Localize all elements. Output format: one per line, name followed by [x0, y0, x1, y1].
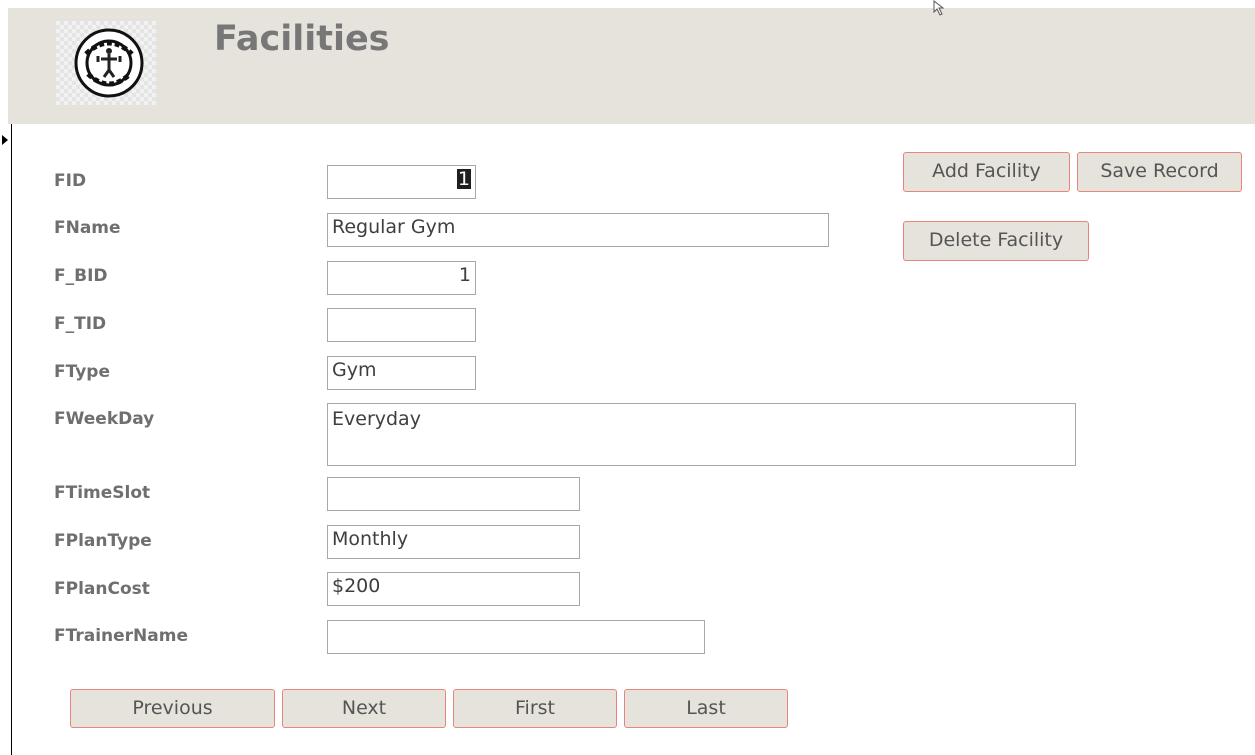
- fweekday-input[interactable]: Everyday: [327, 403, 1076, 466]
- ftrainername-label: FTrainerName: [54, 626, 188, 646]
- fname-label: FName: [54, 218, 121, 238]
- save-record-button[interactable]: Save Record: [1077, 152, 1242, 192]
- f-tid-label: F_TID: [54, 314, 107, 334]
- previous-button[interactable]: Previous: [70, 689, 275, 728]
- last-button[interactable]: Last: [624, 689, 788, 728]
- ftype-input[interactable]: Gym: [327, 356, 476, 390]
- delete-facility-button[interactable]: Delete Facility: [903, 221, 1089, 261]
- ftype-label: FType: [54, 362, 110, 382]
- add-facility-button[interactable]: Add Facility: [903, 152, 1070, 192]
- fplancost-label: FPlanCost: [54, 579, 150, 599]
- ftimeslot-label: FTimeSlot: [54, 483, 151, 503]
- ftimeslot-input[interactable]: [327, 477, 580, 511]
- current-record-arrow-icon: [2, 135, 8, 145]
- page-title: Facilities: [214, 19, 390, 59]
- facilities-form: Facilities FID FName F_BID F_TID FType F…: [0, 0, 1255, 755]
- first-button[interactable]: First: [453, 689, 617, 728]
- golds-gym-logo-icon: [74, 28, 144, 98]
- fplantype-input[interactable]: Monthly: [327, 525, 580, 559]
- fplantype-label: FPlanType: [54, 531, 152, 551]
- fname-input[interactable]: Regular Gym: [327, 213, 829, 247]
- mouse-cursor-icon: [933, 0, 945, 16]
- f-tid-input[interactable]: [327, 308, 476, 342]
- ftrainername-input[interactable]: [327, 620, 705, 654]
- fid-value: 1: [456, 168, 471, 190]
- fid-input[interactable]: 1: [327, 165, 476, 199]
- fplancost-input[interactable]: $200: [327, 572, 580, 606]
- fid-label: FID: [54, 171, 87, 191]
- next-button[interactable]: Next: [282, 689, 446, 728]
- fweekday-label: FWeekDay: [54, 409, 155, 429]
- golds-gym-logo: [56, 21, 156, 105]
- form-header: [8, 8, 1255, 124]
- f-bid-input[interactable]: 1: [327, 261, 476, 295]
- f-bid-label: F_BID: [54, 266, 108, 286]
- record-selector[interactable]: [0, 124, 12, 755]
